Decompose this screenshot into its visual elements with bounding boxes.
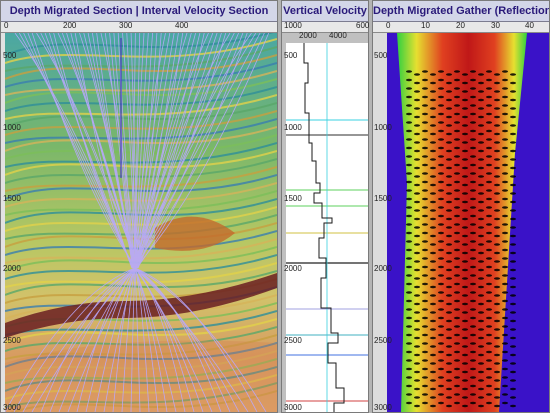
gather-depth-tick: 2000 [374,264,392,273]
gather-depth-tick: 500 [374,51,388,60]
velocity-axis-tick: 1000 [284,21,302,30]
section-depth-tick: 2500 [3,336,21,345]
velocity-axis-tick: 4000 [329,31,347,40]
velocity-axis-tick: 2000 [299,31,317,40]
section-depth-tick: 2000 [3,264,21,273]
velocity-depth-tick: 1500 [284,194,302,203]
velocity-depth-tick: 3000 [284,403,302,412]
seismic-workspace: Depth Migrated Section | Interval Veloci… [0,0,550,413]
section-x-tick: 200 [63,21,77,30]
gather-panel-title: Depth Migrated Gather (Reflection Angles… [373,1,549,22]
gather-plot[interactable] [387,33,549,412]
section-image [5,33,277,412]
gather-angle-tick: 40 [525,21,534,30]
section-panel: Depth Migrated Section | Interval Veloci… [0,0,278,413]
gather-depth-tick: 3000 [374,403,392,412]
velocity-depth-tick: 2000 [284,264,302,273]
section-x-tick: 300 [119,21,133,30]
gather-depth-tick: 2500 [374,336,392,345]
velocity-depth-tick: 500 [284,51,298,60]
velocity-log [286,43,368,412]
velocity-plot[interactable] [286,43,368,412]
gather-image [387,33,549,412]
gather-angle-tick: 30 [491,21,500,30]
section-depth-tick: 500 [3,51,17,60]
gather-angle-tick: 10 [421,21,430,30]
section-x-tick: 0 [4,21,9,30]
section-panel-title: Depth Migrated Section | Interval Veloci… [1,1,277,22]
velocity-axis-ruler: 1000 2000 4000 600 [282,21,370,40]
gather-angle-tick: 0 [386,21,391,30]
gather-angle-tick: 20 [456,21,465,30]
section-x-tick: 400 [175,21,189,30]
velocity-panel: Vertical Velocity 1000 2000 4000 600 500… [281,0,369,413]
velocity-depth-tick: 1000 [284,123,302,132]
velocity-axis-tick: 600 [356,21,370,30]
section-x-ruler: 0 200 300 400 [1,21,277,33]
gather-depth-tick: 1000 [374,123,392,132]
section-depth-tick: 3000 [3,403,21,412]
gather-depth-ruler [373,33,387,412]
gather-depth-tick: 1500 [374,194,392,203]
gather-angle-ruler: 0 10 20 30 40 [373,21,549,33]
section-plot[interactable] [5,33,277,412]
section-depth-tick: 1500 [3,194,21,203]
velocity-depth-tick: 2500 [284,336,302,345]
velocity-panel-title: Vertical Velocity [282,1,368,22]
section-depth-tick: 1000 [3,123,21,132]
gather-panel: Depth Migrated Gather (Reflection Angles… [372,0,550,413]
